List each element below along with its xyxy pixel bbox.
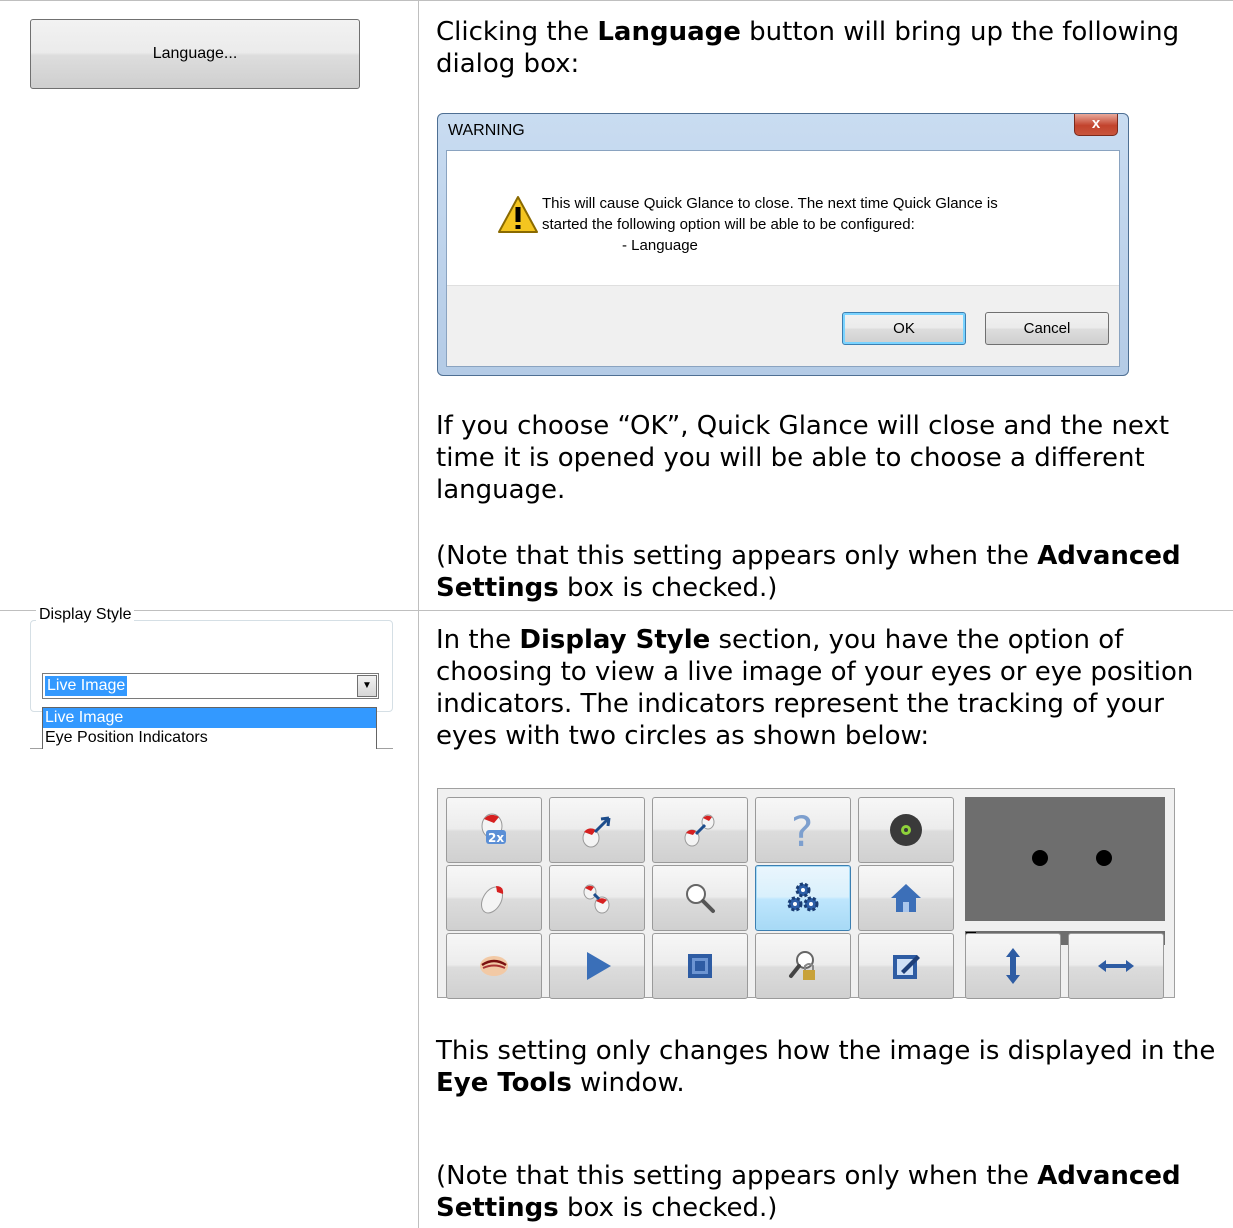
- help-button[interactable]: ?: [755, 797, 851, 863]
- note-2-end: box is checked.): [558, 1193, 778, 1223]
- svg-text:2x: 2x: [488, 831, 504, 845]
- magnifier-button[interactable]: [652, 865, 748, 931]
- play-button[interactable]: [549, 933, 645, 999]
- display-style-dropdown-list: Live Image Eye Position Indicators: [42, 707, 377, 749]
- intro-text-start: Clicking the: [436, 17, 598, 47]
- eye-tools-panel: 2x ?: [437, 788, 1175, 999]
- ok-button[interactable]: OK: [842, 312, 966, 345]
- table-border-top: [0, 0, 1233, 1]
- cancel-button[interactable]: Cancel: [985, 312, 1109, 345]
- note-1-end: box is checked.): [558, 573, 778, 603]
- cursor-arrow-button[interactable]: [549, 797, 645, 863]
- desc-bold: Display Style: [519, 625, 711, 655]
- cursor-arrow-icon: [582, 816, 611, 848]
- magnifier-icon: [686, 884, 715, 913]
- help-question-icon: ?: [791, 808, 813, 852]
- vertical-scroll-button[interactable]: [965, 933, 1061, 999]
- horizontal-scroll-button[interactable]: [1068, 933, 1164, 999]
- home-button[interactable]: [858, 865, 954, 931]
- edit-button[interactable]: [858, 933, 954, 999]
- group-bottom-edge-right: [377, 748, 393, 749]
- target-disc-icon: [890, 814, 922, 846]
- language-intro-text: Clicking the Language button will bring …: [436, 16, 1226, 80]
- display-style-combobox[interactable]: Live Image ▼: [42, 673, 379, 699]
- close-icon: x: [1091, 115, 1101, 132]
- display-style-description: In the Display Style section, you have t…: [436, 624, 1226, 752]
- ok-button-label: OK: [893, 320, 915, 337]
- window-frame-icon: [688, 954, 712, 978]
- warning-dialog: WARNING x This will cause Quick Glance t…: [437, 113, 1129, 376]
- home-icon: [891, 884, 921, 912]
- vertical-scroll-icon: [1006, 948, 1020, 984]
- eye-icon: [480, 956, 508, 976]
- settings-gears-icon: [787, 882, 819, 912]
- table-column-divider: [418, 0, 419, 1228]
- left-eye-indicator: [1032, 850, 1048, 866]
- zoom-2x-button[interactable]: 2x: [446, 797, 542, 863]
- target-disc-button[interactable]: [858, 797, 954, 863]
- option-eye-position-indicators[interactable]: Eye Position Indicators: [43, 728, 376, 748]
- language-button[interactable]: Language...: [30, 19, 360, 89]
- dialog-message-line-2: started the following option will be abl…: [542, 216, 915, 233]
- explanation-bold: Eye Tools: [436, 1068, 572, 1098]
- double-click-button[interactable]: [549, 865, 645, 931]
- desc-start: In the: [436, 625, 520, 655]
- mouse-click-button[interactable]: [446, 865, 542, 931]
- table-row-divider: [0, 610, 1233, 611]
- eye-tools-explanation: This setting only changes how the image …: [436, 1035, 1226, 1099]
- dialog-message: This will cause Quick Glance to close. T…: [542, 193, 1102, 256]
- note-2-start: (Note that this setting appears only whe…: [436, 1161, 1038, 1191]
- svg-text:?: ?: [791, 808, 813, 852]
- cancel-button-label: Cancel: [1023, 320, 1071, 337]
- right-eye-indicator: [1096, 850, 1112, 866]
- eye-button[interactable]: [446, 933, 542, 999]
- zoom-2x-icon: 2x: [481, 813, 506, 845]
- advanced-settings-note-1: (Note that this setting appears only whe…: [436, 540, 1226, 604]
- option-live-image[interactable]: Live Image: [43, 708, 376, 728]
- settings-button[interactable]: [755, 865, 851, 931]
- dropdown-right-border: [376, 707, 377, 749]
- advanced-settings-note-2: (Note that this setting appears only whe…: [436, 1160, 1226, 1224]
- chevron-down-icon[interactable]: ▼: [357, 675, 377, 697]
- group-bottom-edge-left: [30, 748, 42, 749]
- window-frame-button[interactable]: [652, 933, 748, 999]
- display-style-label: Display Style: [36, 606, 135, 624]
- play-icon: [587, 952, 611, 980]
- explanation-start: This setting only changes how the image …: [436, 1036, 1216, 1066]
- mouse-click-icon: [481, 886, 504, 914]
- drag-icon: [684, 814, 715, 847]
- warning-icon: [498, 196, 538, 233]
- note-1-start: (Note that this setting appears only whe…: [436, 541, 1038, 571]
- combobox-selected-value: Live Image: [45, 676, 128, 696]
- ok-explanation-text: If you choose “OK”, Quick Glance will cl…: [436, 411, 1170, 505]
- double-click-icon: [583, 884, 610, 914]
- dialog-message-line-3: - Language: [622, 237, 698, 254]
- explanation-end: window.: [571, 1068, 685, 1098]
- intro-text-bold: Language: [597, 17, 741, 47]
- dialog-body: This will cause Quick Glance to close. T…: [446, 150, 1120, 367]
- eye-position-preview: [965, 797, 1165, 921]
- drag-button[interactable]: [652, 797, 748, 863]
- lock-zoom-icon: [789, 951, 815, 980]
- edit-icon: [893, 955, 920, 979]
- language-button-label: Language...: [152, 45, 238, 62]
- lock-zoom-button[interactable]: [755, 933, 851, 999]
- horizontal-scroll-icon: [1098, 960, 1134, 972]
- dialog-title: WARNING: [448, 122, 525, 139]
- close-button[interactable]: x: [1074, 114, 1118, 136]
- dialog-message-line-1: This will cause Quick Glance to close. T…: [542, 195, 998, 212]
